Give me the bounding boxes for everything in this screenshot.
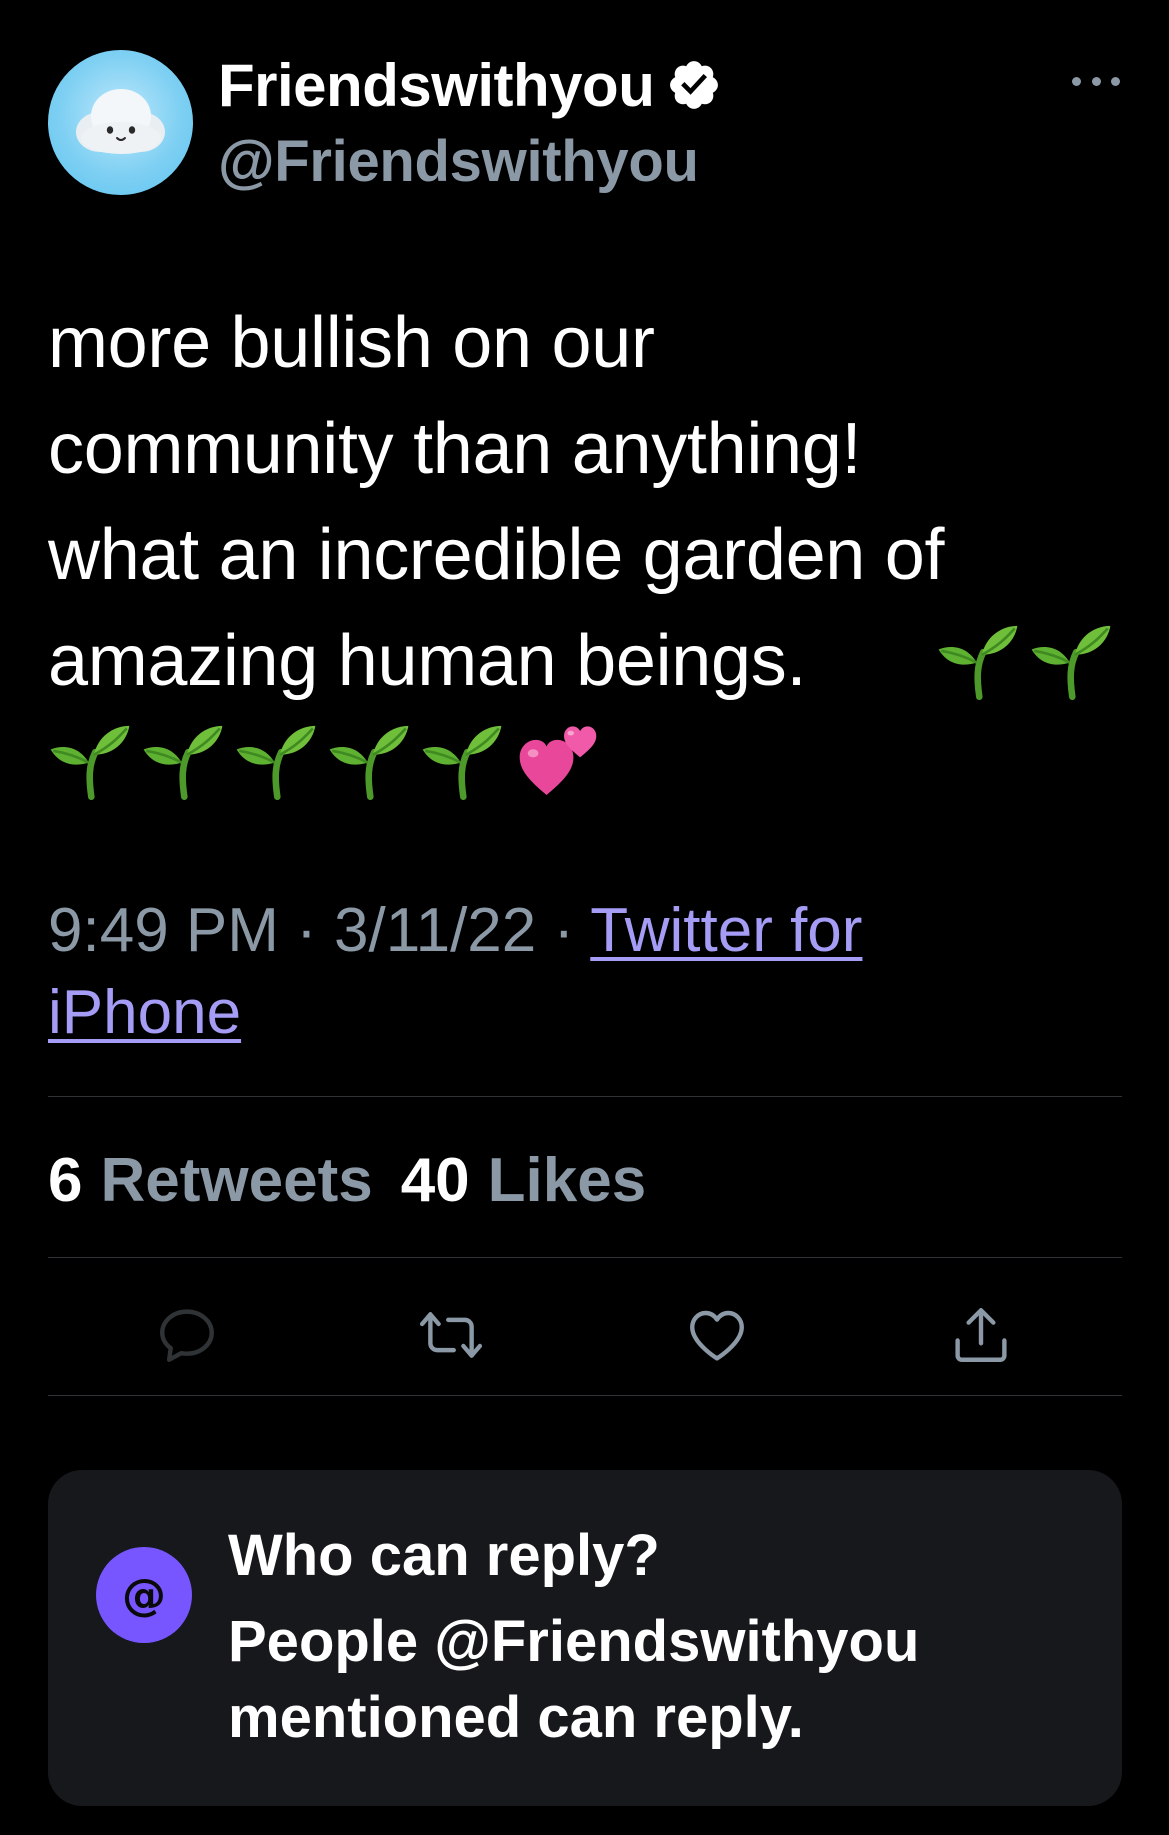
retweet-icon[interactable] <box>418 1302 484 1368</box>
avatar[interactable] <box>48 50 193 195</box>
seedling-emoji-icon <box>236 725 316 801</box>
tweet-text-line: what an incredible garden of <box>48 515 945 595</box>
tweet-detail: Friendswithyou @Friendswithyou more bull… <box>0 0 1169 1835</box>
tweet-text-line: community than anything! <box>48 409 862 489</box>
tweet-source-link[interactable]: Twitter for <box>590 896 862 965</box>
tweet-actions <box>48 1262 1122 1402</box>
author-handle[interactable]: @Friendswithyou <box>218 128 699 195</box>
engagement-stats: 6 Retweets 40 Likes <box>48 1140 646 1220</box>
tweet-meta: 9:49 PM · 3/11/22 · Twitter for iPhone <box>48 890 1128 1054</box>
tweet-time: 9:49 PM <box>48 896 279 965</box>
retweets-label[interactable]: Retweets <box>100 1145 372 1216</box>
like-icon[interactable] <box>684 1302 750 1368</box>
seedling-emoji-icon <box>938 625 1018 701</box>
verified-badge-icon <box>670 61 719 109</box>
reply-icon[interactable] <box>154 1302 220 1368</box>
seedling-emoji-icon <box>143 725 223 801</box>
retweets-count[interactable]: 6 <box>48 1145 82 1216</box>
who-can-reply-description: People @Friendswithyou mentioned can rep… <box>228 1609 920 1750</box>
seedling-emoji-icon <box>1031 625 1111 701</box>
likes-label[interactable]: Likes <box>488 1145 647 1216</box>
divider <box>48 1395 1122 1396</box>
tweet-date: 3/11/22 <box>334 896 537 965</box>
two-hearts-emoji-icon <box>519 726 597 795</box>
emoji-group <box>48 710 603 810</box>
tweet-text-line: more bullish on our <box>48 303 655 383</box>
meta-separator: · <box>278 896 335 965</box>
at-glyph: @ <box>122 1569 166 1621</box>
likes-count[interactable]: 40 <box>401 1145 470 1216</box>
more-options-icon[interactable] <box>1072 66 1120 96</box>
display-name[interactable]: Friendswithyou <box>218 51 655 120</box>
seedling-emoji-icon <box>50 725 130 801</box>
mention-at-icon: @ <box>96 1547 192 1643</box>
tweet-source-link-continued[interactable]: iPhone <box>48 978 241 1047</box>
meta-separator: · <box>536 896 591 965</box>
seedling-emoji-icon <box>329 725 409 801</box>
emoji-group-inline <box>936 610 1122 710</box>
display-name-row: Friendswithyou <box>218 50 722 120</box>
divider <box>48 1257 1122 1258</box>
share-icon[interactable] <box>948 1302 1014 1368</box>
who-can-reply-title: Who can reply? <box>228 1523 660 1588</box>
seedling-emoji-icon <box>422 725 502 801</box>
divider <box>48 1096 1122 1097</box>
cloud-avatar-image <box>76 89 165 154</box>
who-can-reply-card: @ Who can reply? People @Friendswithyou … <box>48 1470 1122 1806</box>
